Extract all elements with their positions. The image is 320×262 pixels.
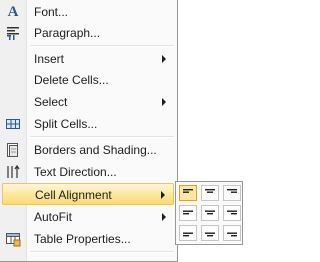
submenu-arrow-icon: [162, 55, 166, 63]
align-bottom-center-button[interactable]: [201, 225, 219, 241]
menu-item-delete-cells[interactable]: Delete Cells...: [2, 69, 174, 91]
menu-separator: [30, 45, 174, 47]
menu-item-label: Insert: [34, 52, 65, 66]
submenu-arrow-icon: [162, 98, 166, 106]
menu-item-autofit[interactable]: AutoFit: [2, 206, 174, 228]
menu-item-text-direction[interactable]: Text Direction...: [2, 161, 174, 183]
menu-item-cell-alignment[interactable]: Cell Alignment: [2, 183, 174, 205]
align-bottom-right-icon: [227, 232, 237, 237]
align-middle-left-icon: [183, 210, 193, 215]
menu-item-label: Table Properties...: [34, 232, 131, 246]
align-top-right-button[interactable]: [223, 185, 241, 201]
paragraph-icon: [5, 25, 21, 41]
cell-alignment-submenu: [175, 181, 243, 245]
menu-item-label: Font...: [34, 5, 69, 19]
align-middle-right-icon: [227, 210, 237, 215]
font-icon: A: [7, 4, 19, 20]
menu-item-label: Split Cells...: [34, 117, 98, 131]
align-bottom-left-button[interactable]: [179, 225, 197, 241]
menu-item-label: Borders and Shading...: [34, 143, 157, 157]
align-top-left-icon: [183, 189, 193, 193]
align-bottom-center-icon: [205, 232, 215, 237]
table-properties-icon: [5, 231, 21, 247]
menu-item-label: Cell Alignment: [35, 188, 112, 202]
menu-separator: [30, 251, 174, 253]
menu-item-label: Select: [34, 95, 68, 109]
submenu-arrow-icon: [161, 191, 165, 199]
align-middle-right-button[interactable]: [223, 205, 241, 221]
borders-shading-icon: [5, 142, 21, 158]
menu-item-label: AutoFit: [34, 210, 73, 224]
submenu-arrow-icon: [162, 213, 166, 221]
menu-item-borders-and-shading[interactable]: Borders and Shading...: [2, 139, 174, 161]
menu-separator: [30, 136, 174, 138]
menu-item-font[interactable]: A Font...: [2, 1, 174, 23]
split-cells-icon: [5, 116, 21, 132]
align-middle-center-button[interactable]: [201, 205, 219, 221]
align-middle-left-button[interactable]: [179, 205, 197, 221]
menu-item-label: Text Direction...: [34, 165, 117, 179]
align-top-right-icon: [227, 189, 237, 193]
align-top-center-icon: [205, 189, 215, 193]
text-direction-icon: [5, 164, 21, 180]
align-top-left-button[interactable]: [179, 185, 197, 201]
align-middle-center-icon: [205, 210, 215, 215]
menu-item-table-properties[interactable]: Table Properties...: [2, 228, 174, 250]
align-top-center-button[interactable]: [201, 185, 219, 201]
context-menu: A Font... Paragraph... Insert Delete Cel…: [0, 0, 178, 262]
align-bottom-left-icon: [183, 232, 193, 237]
align-bottom-right-button[interactable]: [223, 225, 241, 241]
menu-item-select[interactable]: Select: [2, 91, 174, 113]
menu-item-label: Paragraph...: [34, 26, 101, 40]
menu-item-insert[interactable]: Insert: [2, 48, 174, 70]
menu-item-label: Delete Cells...: [34, 73, 109, 87]
menu-item-split-cells[interactable]: Split Cells...: [2, 113, 174, 135]
menu-item-paragraph[interactable]: Paragraph...: [2, 22, 174, 44]
